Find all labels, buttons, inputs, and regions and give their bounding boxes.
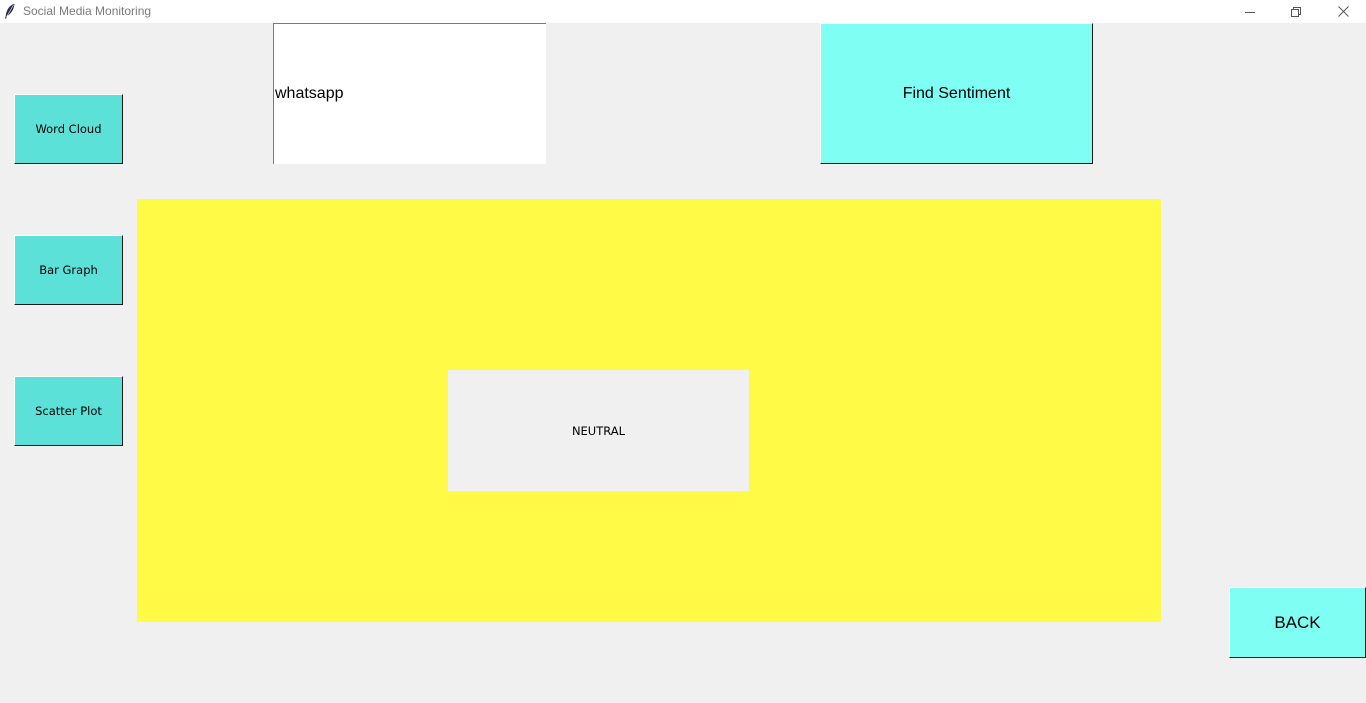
word-cloud-button[interactable]: Word Cloud [14, 94, 123, 164]
scatter-plot-button[interactable]: Scatter Plot [14, 376, 123, 446]
restore-button[interactable] [1273, 0, 1319, 23]
bar-graph-button[interactable]: Bar Graph [14, 235, 123, 305]
back-button[interactable]: BACK [1229, 587, 1366, 658]
find-sentiment-button[interactable]: Find Sentiment [820, 23, 1093, 164]
search-input[interactable] [273, 23, 546, 164]
app-window: Social Media Monitoring Word Cloud Bar G… [0, 0, 1366, 703]
minimize-button[interactable] [1227, 0, 1273, 23]
close-button[interactable] [1320, 0, 1366, 23]
result-panel: NEUTRAL [137, 199, 1161, 622]
minimize-icon [1245, 11, 1255, 13]
window-title: Social Media Monitoring [23, 4, 152, 18]
close-icon [1337, 6, 1349, 17]
restore-icon [1291, 6, 1301, 17]
title-bar: Social Media Monitoring [0, 0, 1366, 23]
sentiment-result-label: NEUTRAL [448, 370, 749, 491]
feather-icon [4, 3, 16, 19]
